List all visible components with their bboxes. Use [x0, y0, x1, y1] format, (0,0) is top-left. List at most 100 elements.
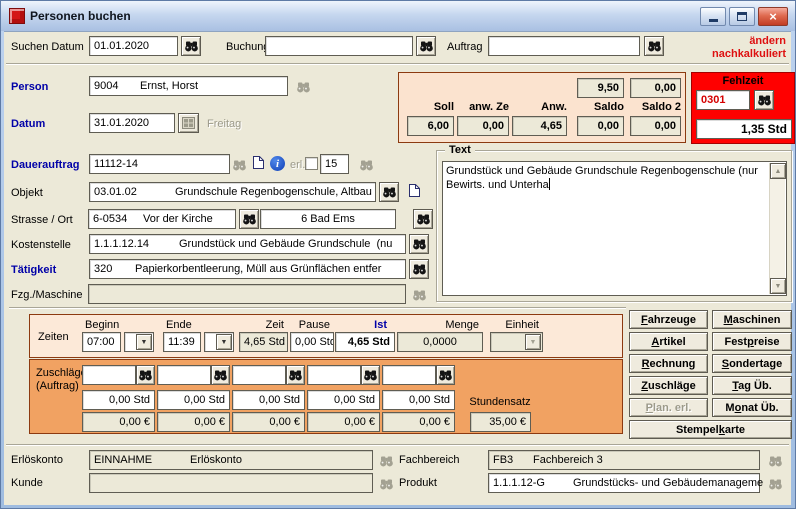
strasse-search-button[interactable]	[239, 209, 259, 229]
zuschlaege-button[interactable]: Zuschläge	[629, 376, 708, 395]
zuschlag-std-input[interactable]: 0,00 Std	[382, 390, 455, 410]
divider	[9, 307, 626, 309]
scroll-down-button[interactable]: ▼	[770, 278, 786, 294]
artikel-button[interactable]: Artikel	[629, 332, 708, 351]
suchen-datum-input[interactable]: 01.01.2020	[89, 36, 178, 56]
person-label: Person	[11, 81, 48, 94]
soll-field: 6,00	[407, 116, 454, 136]
zuschlag-std-input[interactable]: 0,00 Std	[232, 390, 305, 410]
zuschlag-search-button[interactable]	[286, 365, 305, 385]
rechnung-button[interactable]: Rechnung	[629, 354, 708, 373]
maschinen-button[interactable]: Maschinen	[712, 310, 792, 329]
binoculars-icon	[288, 370, 303, 381]
zuschlag-code-input[interactable]	[307, 365, 361, 385]
document-icon	[252, 155, 265, 170]
kostenstelle-search-button[interactable]	[409, 234, 429, 254]
datum-input[interactable]: 31.01.2020	[89, 113, 175, 133]
buchungen-search-button[interactable]	[416, 36, 436, 56]
binoculars-icon	[232, 160, 247, 171]
erl-label: erl.	[290, 159, 305, 172]
person-input[interactable]: 9004Ernst, Horst	[89, 76, 288, 96]
tag-ueb-button[interactable]: Tag Üb.	[712, 376, 792, 395]
ende-dropdown[interactable]: ▼	[204, 332, 234, 352]
zuschlag-std-input[interactable]: 0,00 Std	[82, 390, 155, 410]
zuschlag-code-input[interactable]	[382, 365, 436, 385]
zuschlag-std-input[interactable]: 0,00 Std	[157, 390, 230, 410]
ist-field: 4,65 Std	[335, 332, 395, 352]
arrow-down-icon: ▼	[775, 283, 782, 290]
sondertage-button[interactable]: Sondertage	[712, 354, 792, 373]
fehlzeit-value-field: 1,35 Std	[696, 119, 792, 139]
fehlzeit-code-input[interactable]: 0301	[696, 90, 750, 110]
objekt-input[interactable]: 03.01.02Grundschule Regenbogenschule, Al…	[89, 182, 376, 202]
beginn-header: Beginn	[85, 319, 119, 332]
objekt-document-button[interactable]	[408, 183, 421, 201]
erl-checkbox	[305, 157, 318, 170]
fahrzeuge-button[interactable]: Fahrzeuge	[629, 310, 708, 329]
kostenstelle-input[interactable]: 1.1.1.12.14Grundstück und Gebäude Grunds…	[89, 234, 406, 254]
dropdown-arrow-icon[interactable]: ▼	[216, 334, 232, 350]
document-icon	[408, 183, 421, 198]
produkt-label: Produkt	[399, 477, 437, 490]
festpreise-button[interactable]: Festpreise	[712, 332, 792, 351]
date-picker-button	[178, 113, 199, 133]
zuschlag-code-input[interactable]	[157, 365, 211, 385]
fachbereich-search-button	[765, 451, 785, 471]
produkt-field[interactable]: 1.1.1.12-GGrundstücks- und Gebäudemanage…	[488, 473, 760, 493]
stempelkarte-button[interactable]: Stempelkarte	[629, 420, 792, 439]
text-area[interactable]: Grundstück und Gebäude Grundschule Regen…	[442, 161, 787, 296]
binoculars-icon	[359, 160, 374, 171]
auftrag-input[interactable]	[488, 36, 640, 56]
ort-input[interactable]: 6 Bad Ems	[260, 209, 396, 229]
minimize-button[interactable]	[700, 7, 726, 26]
beginn-dropdown[interactable]: ▼	[124, 332, 154, 352]
ist-header: Ist	[335, 319, 387, 332]
monat-ueb-button[interactable]: Monat Üb.	[712, 398, 792, 417]
zuschlag-eur-field: 0,00 €	[382, 412, 455, 432]
new-document-button[interactable]	[252, 155, 265, 173]
text-scrollbar[interactable]: ▲ ▼	[769, 163, 785, 294]
anw-field: 4,65	[512, 116, 567, 136]
fzg-maschine-label: Fzg./Maschine	[11, 289, 83, 302]
text-groupbox: Text Grundstück und Gebäude Grundschule …	[436, 150, 792, 302]
binoculars-icon	[382, 187, 397, 198]
dropdown-arrow-icon[interactable]: ▼	[136, 334, 152, 350]
time-summary-panel: 9,50 0,00 Soll anw. Ze Anw. Saldo Saldo …	[398, 72, 686, 143]
binoculars-icon	[438, 370, 453, 381]
close-button[interactable]: ×	[758, 7, 788, 26]
binoculars-icon	[213, 370, 228, 381]
stundensatz-label: Stundensatz	[467, 396, 533, 409]
taetigkeit-search-button[interactable]	[409, 259, 429, 279]
taetigkeit-input[interactable]: 320Papierkorbentleerung, Müll aus Grünfl…	[89, 259, 406, 279]
zuschlag-search-button[interactable]	[211, 365, 230, 385]
binoculars-icon	[419, 41, 434, 52]
fehlzeit-search-button[interactable]	[754, 90, 774, 110]
info-button[interactable]: i	[270, 156, 285, 171]
status-badge: ändern nachkalkuliert	[654, 35, 786, 61]
pause-input[interactable]: 0,00 Std	[290, 332, 334, 352]
zuschlag-search-button[interactable]	[136, 365, 155, 385]
titlebar[interactable]: Personen buchen ×	[1, 1, 796, 31]
zuschlag-std-input[interactable]: 0,00 Std	[307, 390, 380, 410]
objekt-label: Objekt	[11, 187, 43, 200]
dauerauftrag-count-input[interactable]: 15	[320, 154, 349, 174]
strasse-input[interactable]: 6-0534Vor der Kirche	[88, 209, 236, 229]
objekt-search-button[interactable]	[379, 182, 399, 202]
buchungen-input[interactable]	[265, 36, 413, 56]
beginn-input[interactable]: 07:00	[82, 332, 121, 352]
kunde-label: Kunde	[11, 477, 43, 490]
zuschlag-search-button[interactable]	[436, 365, 455, 385]
ort-search-button[interactable]	[413, 209, 433, 229]
ende-input[interactable]: 11:39	[163, 332, 201, 352]
scroll-up-button[interactable]: ▲	[770, 163, 786, 179]
plan-erl-button: Plan. erl.	[629, 398, 708, 417]
erloeskonto-label: Erlöskonto	[11, 454, 63, 467]
saldo-field: 0,00	[577, 116, 624, 136]
maximize-button[interactable]	[729, 7, 755, 26]
suchen-datum-search-button[interactable]	[181, 36, 201, 56]
zuschlag-search-button[interactable]	[361, 365, 380, 385]
dauerauftrag-input[interactable]: 11112-14	[89, 154, 230, 174]
erloeskonto-field: EINNAHMEErlöskonto	[89, 450, 373, 470]
zuschlag-code-input[interactable]	[232, 365, 286, 385]
zuschlag-code-input[interactable]	[82, 365, 136, 385]
